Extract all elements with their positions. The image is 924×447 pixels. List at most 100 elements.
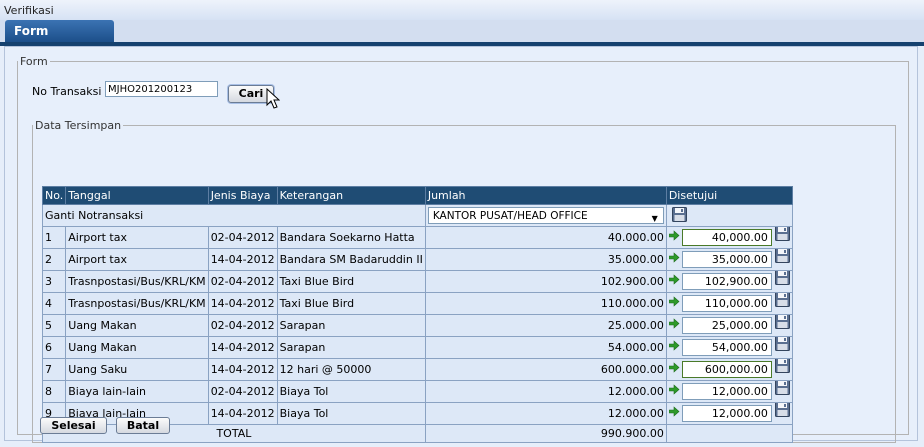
row-no: 8 (41, 380, 67, 403)
row-no: 6 (41, 336, 67, 359)
disetujui-input[interactable]: 25,000.00 (681, 316, 772, 334)
row-keterangan: Sarapan (276, 314, 426, 337)
row-tanggal: Airport tax (65, 248, 209, 271)
mouse-cursor-icon (266, 88, 280, 109)
disetujui-input[interactable]: 102,900.00 (681, 272, 772, 290)
floppy-disk-icon[interactable] (774, 249, 790, 266)
row-jenis-biaya: 14-04-2012 (207, 358, 278, 381)
total-empty-cell (665, 424, 793, 443)
disetujui-input[interactable]: 12,000.00 (681, 404, 772, 422)
window-title: Verifikasi (4, 4, 54, 17)
row-jumlah: 54.000.00 (424, 336, 667, 359)
floppy-disk-icon[interactable] (774, 359, 790, 376)
tab-strip: Form (0, 20, 924, 46)
tab-form[interactable]: Form (5, 20, 114, 42)
disetujui-input[interactable]: 12,000.00 (681, 382, 772, 400)
col-header-jumlah: Jumlah (424, 186, 667, 205)
row-keterangan: Bandara Soekarno Hatta (276, 226, 426, 249)
row-jumlah: 40.000.00 (424, 226, 667, 249)
row-no: 5 (41, 314, 67, 337)
row-tanggal: Uang Makan (65, 336, 209, 359)
finish-button[interactable]: Selesai (40, 417, 107, 434)
floppy-disk-icon[interactable] (774, 293, 790, 310)
row-jenis-biaya: 02-04-2012 (207, 270, 278, 293)
floppy-disk-icon[interactable] (774, 227, 790, 244)
ganti-save-cell (665, 204, 793, 227)
row-jumlah: 600.000.00 (424, 358, 667, 381)
data-tersimpan-legend: Data Tersimpan (35, 119, 122, 132)
cancel-button[interactable]: Batal (116, 417, 170, 434)
form-panel: Form No Transaksi MJHO201200123 Cari Dat… (4, 46, 918, 443)
floppy-disk-icon[interactable] (774, 381, 790, 398)
row-jumlah: 12.000.00 (424, 380, 667, 403)
copy-arrow-icon[interactable] (668, 340, 680, 354)
row-disetujui-cell: 54,000.00 (665, 336, 793, 359)
floppy-disk-icon[interactable] (774, 271, 790, 288)
row-keterangan: Biaya Tol (276, 380, 426, 403)
copy-arrow-icon[interactable] (668, 252, 680, 266)
form-legend: Form (20, 55, 48, 68)
copy-arrow-icon[interactable] (668, 274, 680, 288)
row-jenis-biaya: 14-04-2012 (207, 292, 278, 315)
form-fieldset: Form No Transaksi MJHO201200123 Cari Dat… (17, 55, 909, 443)
row-no: 3 (41, 270, 67, 293)
row-tanggal: Trasnpostasi/Bus/KRL/KM (65, 292, 209, 315)
row-jumlah: 102.900.00 (424, 270, 667, 293)
table-row: 4 Trasnpostasi/Bus/KRL/KM 14-04-2012 Taxi B… (41, 292, 793, 315)
disetujui-input[interactable]: 600,000.00 (681, 360, 772, 378)
no-transaksi-input[interactable]: MJHO201200123 (105, 81, 218, 97)
row-disetujui-cell: 25,000.00 (665, 314, 793, 337)
row-disetujui-cell: 40,000.00 (665, 226, 793, 249)
chevron-down-icon[interactable]: ▼ (652, 211, 658, 226)
row-no: 2 (41, 248, 67, 271)
row-disetujui-cell: 102,900.00 (665, 270, 793, 293)
data-table: No. Tanggal Jenis Biaya Keterangan Jumla… (41, 186, 793, 443)
copy-arrow-icon[interactable] (668, 318, 680, 332)
row-disetujui-cell: 12,000.00 (665, 402, 793, 425)
row-tanggal: Uang Saku (65, 358, 209, 381)
row-tanggal: Uang Makan (65, 314, 209, 337)
table-row: 3 Trasnpostasi/Bus/KRL/KM 02-04-2012 Taxi B… (41, 270, 793, 293)
row-keterangan: Biaya Tol (276, 402, 426, 425)
col-header-jenis-biaya: Jenis Biaya (207, 186, 278, 205)
disetujui-input[interactable]: 35,000.00 (681, 250, 772, 268)
ganti-notransaksi-value: KANTOR PUSAT/HEAD OFFICE (432, 210, 588, 222)
floppy-disk-icon[interactable] (774, 403, 790, 420)
row-keterangan: 12 hari @ 50000 (276, 358, 426, 381)
total-value: 990.900.00 (424, 424, 667, 443)
col-header-disetujui: Disetujui (665, 186, 793, 205)
table-row: 7 Uang Saku 14-04-2012 12 hari @ 50000 600.0… (41, 358, 793, 381)
floppy-disk-icon[interactable] (774, 337, 790, 354)
copy-arrow-icon[interactable] (668, 362, 680, 376)
row-jumlah: 12.000.00 (424, 402, 667, 425)
ganti-select-cell: KANTOR PUSAT/HEAD OFFICE ▼ (424, 204, 667, 227)
row-keterangan: Sarapan (276, 336, 426, 359)
row-jenis-biaya: 02-04-2012 (207, 314, 278, 337)
row-keterangan: Taxi Blue Bird (276, 292, 426, 315)
row-no: 7 (41, 358, 67, 381)
disetujui-input[interactable]: 54,000.00 (681, 338, 772, 356)
window-titlebar: Verifikasi (0, 0, 924, 20)
floppy-disk-icon[interactable] (671, 206, 687, 225)
table-row: 5 Uang Makan 02-04-2012 Sarapan 25.000.00 25,… (41, 314, 793, 337)
row-no: 4 (41, 292, 67, 315)
table-row: 2 Airport tax 14-04-2012 Bandara SM Badarud… (41, 248, 793, 271)
copy-arrow-icon[interactable] (668, 296, 680, 310)
table-row: 6 Uang Makan 14-04-2012 Sarapan 54.000.00 54,… (41, 336, 793, 359)
col-header-keterangan: Keterangan (276, 186, 426, 205)
row-jumlah: 35.000.00 (424, 248, 667, 271)
disetujui-input[interactable]: 40,000.00 (681, 228, 772, 246)
row-disetujui-cell: 35,000.00 (665, 248, 793, 271)
row-jenis-biaya: 14-04-2012 (207, 336, 278, 359)
row-keterangan: Taxi Blue Bird (276, 270, 426, 293)
no-transaksi-label: No Transaksi (32, 85, 102, 98)
col-header-tanggal: Tanggal (65, 186, 209, 205)
row-tanggal: Biaya lain-lain (65, 380, 209, 403)
disetujui-input[interactable]: 110,000.00 (681, 294, 772, 312)
ganti-notransaksi-select[interactable]: KANTOR PUSAT/HEAD OFFICE ▼ (427, 207, 664, 226)
copy-arrow-icon[interactable] (668, 230, 680, 244)
row-tanggal: Airport tax (65, 226, 209, 249)
copy-arrow-icon[interactable] (668, 384, 680, 398)
copy-arrow-icon[interactable] (668, 406, 680, 420)
floppy-disk-icon[interactable] (774, 315, 790, 332)
